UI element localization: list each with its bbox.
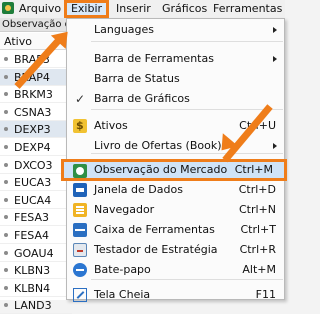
symbol-dot-icon — [4, 180, 8, 185]
symbol-dot-icon — [4, 127, 8, 132]
symbol-label: DXCO3 — [14, 158, 53, 172]
menu-item-shortcut: Ctrl+R — [239, 243, 276, 256]
symbol-dot-icon — [4, 268, 8, 273]
menu-separator — [91, 279, 283, 280]
symbol-dot-icon — [4, 303, 8, 308]
menu-item-shortcut: Ctrl+T — [240, 223, 276, 236]
menu-item-testador[interactable]: Testador de Estratégia Ctrl+R — [67, 240, 284, 260]
symbol-label: DEXP3 — [14, 123, 51, 137]
symbol-dot-icon — [4, 285, 8, 290]
menu-item-shortcut: Ctrl+M — [234, 163, 273, 176]
symbol-row[interactable]: GOAU4 — [0, 245, 72, 262]
symbol-label: KLBN4 — [14, 281, 51, 295]
menu-item-label: Tela Cheia — [94, 288, 151, 301]
menu-item-shortcut: F11 — [255, 288, 276, 301]
menu-item-observacao-mercado[interactable]: Observação do Mercado Ctrl+M — [61, 159, 287, 181]
symbol-label: FESA4 — [14, 229, 49, 242]
menu-item-janela-dados[interactable]: Janela de Dados Ctrl+D — [67, 180, 284, 200]
symbol-dot-icon — [4, 250, 8, 255]
app-logo-icon[interactable] — [2, 2, 14, 14]
menu-item-label: Janela de Dados — [94, 183, 183, 196]
symbol-row[interactable]: BRKM3 — [0, 86, 72, 104]
menu-item-label: Observação do Mercado — [94, 163, 228, 176]
menu-item-label: Caixa de Ferramentas — [94, 223, 215, 236]
symbol-row[interactable]: KLBN4 — [0, 280, 72, 297]
menu-item-label: Languages — [94, 23, 155, 36]
submenu-arrow-icon — [273, 27, 277, 33]
symbol-label: CSNA3 — [14, 105, 52, 119]
menu-graficos[interactable]: Gráficos — [162, 1, 207, 17]
menu-separator — [91, 109, 283, 110]
symbol-row[interactable]: FESA4 — [0, 227, 72, 244]
menu-arquivo[interactable]: Arquivo — [19, 1, 61, 17]
symbol-dot-icon — [4, 145, 8, 149]
symbol-label: DEXP4 — [14, 141, 51, 154]
symbol-label: EUCA4 — [14, 193, 52, 207]
submenu-arrow-icon — [273, 143, 277, 149]
symbol-row[interactable]: KLBN3 — [0, 262, 72, 280]
menu-inserir[interactable]: Inserir — [116, 1, 151, 17]
symbol-row[interactable]: DEXP4 — [0, 139, 72, 156]
symbol-label: BRKM3 — [14, 88, 53, 102]
menu-item-label: Bate-papo — [94, 263, 151, 276]
menu-item-shortcut: Alt+M — [242, 263, 276, 276]
toolbox-icon — [73, 223, 87, 237]
menu-item-label: Testador de Estratégia — [94, 243, 218, 256]
menu-item-languages[interactable]: Languages — [67, 20, 284, 40]
menu-item-barra-ferramentas[interactable]: Barra de Ferramentas — [67, 49, 284, 69]
ativos-icon — [73, 116, 87, 136]
menu-item-label: Barra de Ferramentas — [94, 52, 214, 65]
symbol-dot-icon — [4, 215, 8, 220]
menu-item-bate-papo[interactable]: Bate-papo Alt+M — [67, 260, 284, 280]
check-icon — [73, 89, 87, 109]
menu-item-shortcut: Ctrl+D — [238, 183, 276, 196]
strategy-tester-icon — [73, 243, 87, 257]
symbol-label: EUCA3 — [14, 176, 52, 190]
symbol-dot-icon — [4, 197, 8, 202]
symbol-row[interactable]: CSNA3 — [0, 104, 72, 121]
menu-item-navegador[interactable]: Navegador Ctrl+N — [67, 200, 284, 220]
menu-ferramentas[interactable]: Ferramentas — [213, 1, 282, 17]
symbol-dot-icon — [4, 109, 8, 114]
symbol-row[interactable]: FESA3 — [0, 209, 72, 227]
menu-item-label: Ativos — [94, 119, 128, 132]
symbol-dot-icon — [4, 92, 8, 97]
menu-exibir[interactable]: Exibir — [64, 0, 109, 18]
menu-item-label: Barra de Status — [94, 72, 180, 85]
menu-item-label: Navegador — [94, 203, 155, 216]
menu-item-label: Barra de Gráficos — [94, 92, 190, 105]
menu-item-barra-graficos[interactable]: Barra de Gráficos — [67, 89, 284, 109]
exibir-dropdown-menu: Languages Barra de Ferramentas Barra de St… — [61, 18, 287, 302]
menu-separator — [91, 41, 283, 42]
menu-item-barra-status[interactable]: Barra de Status — [67, 69, 284, 89]
menu-bar: Arquivo Exibir Inserir Gráficos Ferramen… — [0, 0, 285, 19]
data-window-icon — [73, 183, 87, 197]
navigator-icon — [73, 203, 87, 217]
menu-item-caixa-ferramentas[interactable]: Caixa de Ferramentas Ctrl+T — [67, 220, 284, 240]
symbol-dot-icon — [4, 57, 8, 61]
symbol-label: FESA3 — [14, 211, 49, 225]
submenu-arrow-icon — [273, 56, 277, 62]
market-watch-icon — [73, 164, 87, 178]
menu-separator — [91, 153, 283, 154]
symbol-row[interactable]: BRAP4 — [0, 68, 72, 86]
symbol-row[interactable]: EUCA4 — [0, 192, 72, 209]
symbol-dot-icon — [4, 233, 8, 237]
symbol-label: KLBN3 — [14, 264, 51, 278]
symbol-dot-icon — [4, 162, 8, 167]
chat-icon — [73, 263, 87, 277]
symbol-row[interactable]: DEXP3 — [0, 121, 72, 139]
menu-item-tela-cheia[interactable]: Tela Cheia F11 — [67, 285, 284, 305]
symbol-label: GOAU4 — [14, 246, 54, 260]
symbol-dot-icon — [4, 74, 8, 79]
menu-item-shortcut: Ctrl+N — [238, 203, 276, 216]
